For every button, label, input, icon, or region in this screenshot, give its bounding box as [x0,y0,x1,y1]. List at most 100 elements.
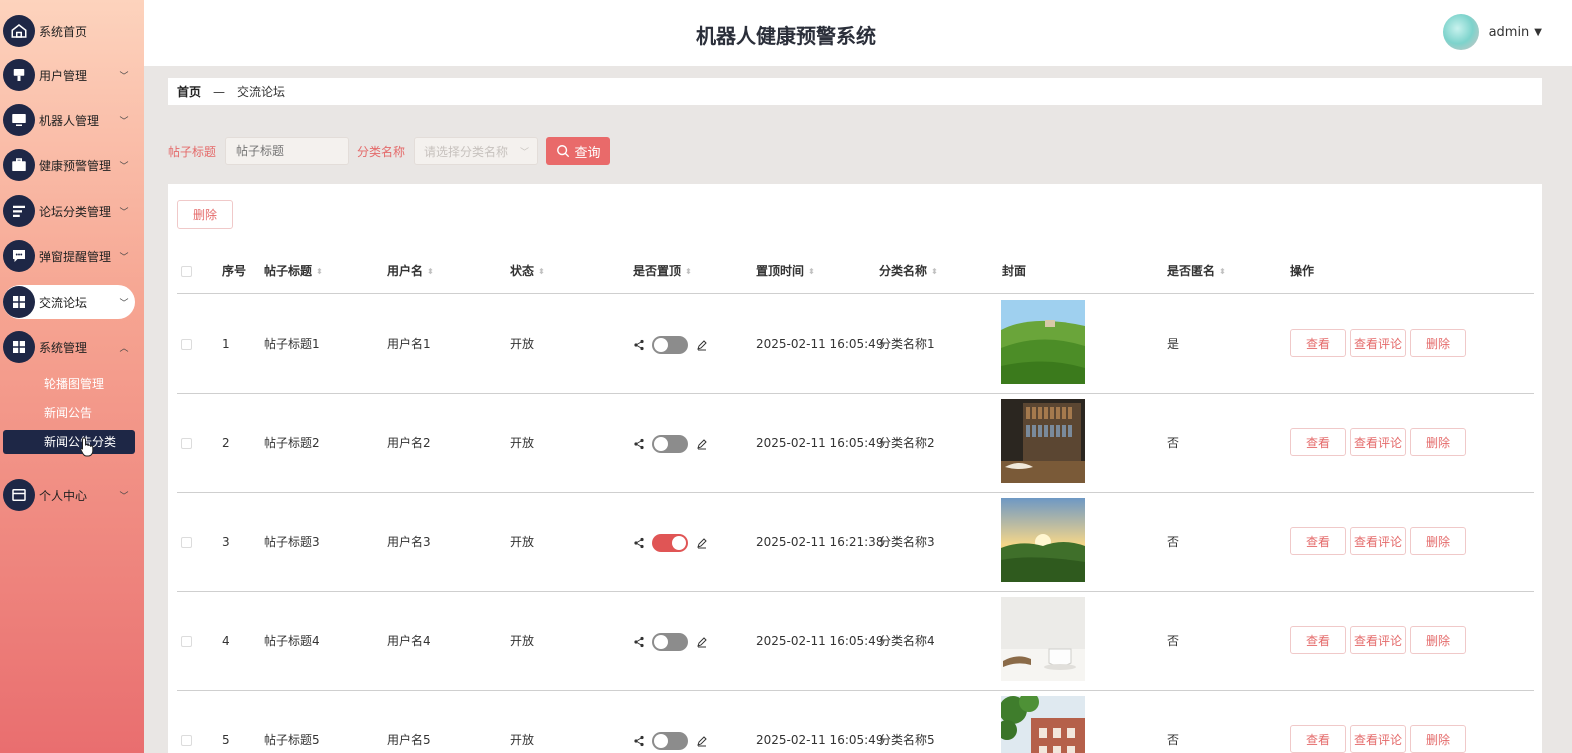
nav-system-management[interactable]: 系统管理 ︿ [3,330,135,364]
row-title: 帖子标题1 [264,337,320,351]
edit-icon[interactable] [696,735,708,747]
header-anonymous[interactable]: 是否匿名 ⬍ [1167,256,1226,286]
title-filter-label: 帖子标题 [168,144,217,159]
nav-home[interactable]: 系统首页 [3,14,135,48]
view-button[interactable]: 查看 [1290,527,1346,555]
top-control [633,435,708,453]
chat-icon [3,240,35,272]
toggle-knob [654,734,668,748]
view-button[interactable]: 查看 [1290,329,1346,357]
nav-health-warning-label: 健康预警管理 [39,158,112,173]
nav-health-warning[interactable]: 健康预警管理 ﹀ [3,148,135,182]
edit-icon[interactable] [696,636,708,648]
top-control [633,534,708,552]
list-icon [3,195,35,227]
view-comments-button[interactable]: 查看评论 [1350,329,1406,357]
header-top-time[interactable]: 置顶时间 ⬍ [756,256,815,286]
row-user: 用户名1 [387,337,431,351]
home-icon [3,15,35,47]
chevron-down-icon: ﹀ [119,207,129,218]
view-button[interactable]: 查看 [1290,725,1346,753]
row-user: 用户名5 [387,733,431,747]
delete-button[interactable]: 删除 [1410,626,1466,654]
share-icon[interactable] [633,339,645,351]
table-row: 3 帖子标题3 用户名3 开放 2025-02-11 16:21:38 分类名称… [177,493,1534,592]
row-status: 开放 [510,634,535,648]
top-toggle[interactable] [652,633,688,651]
row-status: 开放 [510,436,535,450]
monitor-icon [3,104,35,136]
nav-user-management[interactable]: 用户管理 ﹀ [3,58,135,92]
row-top-time: 2025-02-11 16:21:38 [756,535,884,549]
row-checkbox[interactable] [181,537,192,548]
search-bar: 帖子标题 分类名称 请选择分类名称 ﹀ 查询 [168,137,611,165]
table-row: 2 帖子标题2 用户名2 开放 2025-02-11 16:05:49 分类名称… [177,394,1534,493]
view-button[interactable]: 查看 [1290,428,1346,456]
share-icon[interactable] [633,537,645,549]
batch-delete-button[interactable]: 删除 [177,200,233,229]
header-index: 序号 [222,264,247,278]
header-status[interactable]: 状态 ⬍ [510,256,545,286]
row-index: 5 [222,733,230,747]
header-user[interactable]: 用户名 ⬍ [387,256,434,286]
nav-forum[interactable]: 交流论坛 ﹀ [3,285,135,319]
delete-button[interactable]: 删除 [1410,725,1466,753]
row-category: 分类名称1 [879,337,935,351]
edit-icon[interactable] [696,438,708,450]
row-checkbox[interactable] [181,339,192,350]
top-toggle[interactable] [652,534,688,552]
select-all-checkbox[interactable] [181,266,192,277]
user-icon [3,59,35,91]
search-button[interactable]: 查询 [546,137,611,165]
nav-robot-management[interactable]: 机器人管理 ﹀ [3,103,135,137]
row-title: 帖子标题5 [264,733,320,747]
delete-button[interactable]: 删除 [1410,527,1466,555]
nav-personal-center[interactable]: 个人中心 ﹀ [3,478,135,512]
header-anonymous-text: 是否匿名 [1167,264,1216,278]
user-menu[interactable]: admin ▼ [1442,14,1542,50]
top-toggle[interactable] [652,336,688,354]
nav-forum-label: 交流论坛 [39,295,88,310]
cover-image [1001,399,1085,483]
breadcrumb-home[interactable]: 首页 [177,83,201,100]
header-title[interactable]: 帖子标题 ⬍ [264,256,323,286]
edit-icon[interactable] [696,537,708,549]
delete-button[interactable]: 删除 [1410,329,1466,357]
delete-button[interactable]: 删除 [1410,428,1466,456]
row-checkbox[interactable] [181,735,192,746]
category-select[interactable]: 请选择分类名称 ﹀ [414,137,539,165]
title-search-input[interactable] [225,137,350,165]
sub-item-news-category[interactable]: 新闻公告分类 [3,430,135,454]
toggle-knob [654,635,668,649]
share-icon[interactable] [633,438,645,450]
row-anonymous: 否 [1167,733,1180,747]
view-comments-button[interactable]: 查看评论 [1350,626,1406,654]
nav-forum-category[interactable]: 论坛分类管理 ﹀ [3,194,135,228]
sub-item-carousel[interactable]: 轮播图管理 [3,372,135,396]
top-toggle[interactable] [652,732,688,750]
content-panel: 删除 序号 帖子标题 ⬍ 用户名 ⬍ 状态 ⬍ 是否置顶 ⬍ 置顶时间 ⬍ 分类名称 ⬍ 封… [168,184,1542,753]
view-comments-button[interactable]: 查看评论 [1350,527,1406,555]
share-icon[interactable] [633,636,645,648]
row-checkbox[interactable] [181,636,192,647]
view-button[interactable]: 查看 [1290,626,1346,654]
sort-icon: ⬍ [808,266,815,276]
row-category: 分类名称5 [879,733,935,747]
row-checkbox[interactable] [181,438,192,449]
row-anonymous: 是 [1167,337,1180,351]
chevron-up-icon: ︿ [119,343,129,354]
header-category[interactable]: 分类名称 ⬍ [879,256,938,286]
nav-popup-reminder[interactable]: 弹窗提醒管理 ﹀ [3,239,135,273]
view-comments-button[interactable]: 查看评论 [1350,725,1406,753]
top-header: 机器人健康预警系统 admin ▼ [144,0,1572,66]
edit-icon[interactable] [696,339,708,351]
view-comments-button[interactable]: 查看评论 [1350,428,1406,456]
nav-user-management-label: 用户管理 [39,68,88,83]
nav-popup-reminder-label: 弹窗提醒管理 [39,249,112,264]
header-cover: 封面 [1002,264,1027,278]
top-toggle[interactable] [652,435,688,453]
sort-icon: ⬍ [685,266,692,276]
share-icon[interactable] [633,735,645,747]
sub-item-news[interactable]: 新闻公告 [3,401,135,425]
header-top[interactable]: 是否置顶 ⬍ [633,256,692,286]
